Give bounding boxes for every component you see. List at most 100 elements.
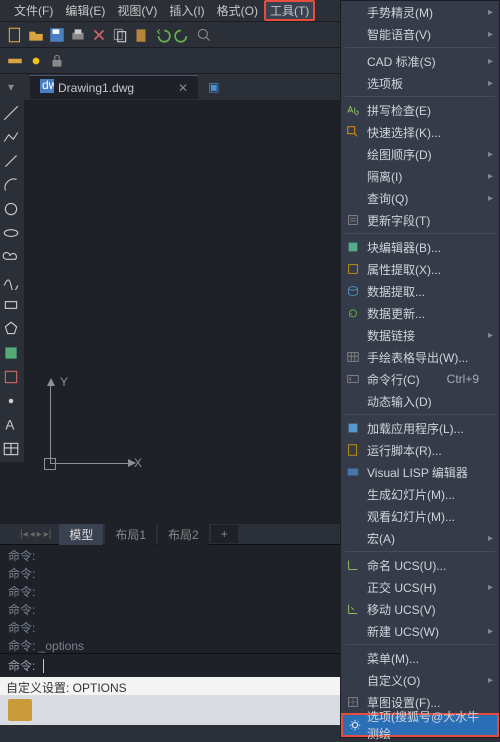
menu-item[interactable]: 块编辑器(B)... <box>341 236 499 258</box>
menu-item[interactable]: 加载应用程序(L)... <box>341 417 499 439</box>
menu-item[interactable]: 智能语音(V) <box>341 23 499 45</box>
arc-icon[interactable] <box>2 176 20 194</box>
menu-item-label: 数据提取... <box>367 283 425 300</box>
tab-layout1[interactable]: 布局1 <box>105 524 156 545</box>
menu-tools[interactable]: 工具(T) <box>264 0 315 21</box>
menu-item-label: 隔离(I) <box>367 168 402 185</box>
circle-icon[interactable] <box>2 200 20 218</box>
ray-icon[interactable] <box>2 152 20 170</box>
ellipse-icon[interactable] <box>2 224 20 242</box>
undo-icon[interactable] <box>153 26 171 44</box>
hatch-icon[interactable] <box>2 344 20 362</box>
menu-item-label: 查询(Q) <box>367 190 408 207</box>
polygon-icon[interactable] <box>2 320 20 338</box>
menu-insert[interactable]: 插入(I) <box>163 0 210 21</box>
menu-item[interactable]: 快速选择(K)... <box>341 121 499 143</box>
spline-icon[interactable] <box>2 272 20 290</box>
menu-item[interactable]: 移动 UCS(V) <box>341 598 499 620</box>
menu-item[interactable]: 正交 UCS(H) <box>341 576 499 598</box>
tab-add[interactable]: + <box>211 525 238 543</box>
tab-model[interactable]: 模型 <box>59 524 103 545</box>
cmd-prompt: 命令: <box>8 657 35 674</box>
menu-view[interactable]: 视图(V) <box>111 0 163 21</box>
save-icon[interactable] <box>48 26 66 44</box>
menu-item-label: 手势精灵(M) <box>367 4 433 21</box>
menu-item[interactable]: 拼写检查(E) <box>341 99 499 121</box>
cut-icon[interactable] <box>90 26 108 44</box>
menu-item[interactable]: 自定义(O) <box>341 669 499 691</box>
tab-chevron-icon[interactable]: ▾ <box>8 80 14 94</box>
layout-nav[interactable]: |◂◂▸▸| <box>20 529 51 540</box>
rect-icon[interactable] <box>2 296 20 314</box>
menu-item[interactable]: 属性提取(X)... <box>341 258 499 280</box>
menu-item[interactable]: 菜单(M)... <box>341 647 499 669</box>
zoom-icon[interactable] <box>195 26 213 44</box>
menu-item[interactable]: 动态输入(D) <box>341 390 499 412</box>
spell-icon <box>346 103 360 117</box>
menu-item[interactable]: 新建 UCS(W) <box>341 620 499 642</box>
menu-item[interactable]: 数据提取... <box>341 280 499 302</box>
menu-item-label: 快速选择(K)... <box>367 124 441 141</box>
menu-format[interactable]: 格式(O) <box>211 0 264 21</box>
menu-item[interactable]: 选项(搜狐号@大水牛测绘 <box>341 713 499 737</box>
menu-item[interactable]: 手势精灵(M) <box>341 1 499 23</box>
menu-item[interactable]: 手绘表格导出(W)... <box>341 346 499 368</box>
paste-icon[interactable] <box>132 26 150 44</box>
new-tab-icon[interactable]: ▣ <box>208 80 219 94</box>
sketch-icon <box>346 695 360 709</box>
menu-item-label: 属性提取(X)... <box>367 261 441 278</box>
separator <box>345 414 495 415</box>
menu-item-label: 观看幻灯片(M)... <box>367 508 455 525</box>
menu-item-label: 更新字段(T) <box>367 212 430 229</box>
close-icon[interactable]: ✕ <box>178 81 188 95</box>
menu-item[interactable]: 命名 UCS(U)... <box>341 554 499 576</box>
menu-item[interactable]: 数据链接 <box>341 324 499 346</box>
menu-item-label: 移动 UCS(V) <box>367 601 436 618</box>
layer-icon[interactable] <box>6 52 24 70</box>
menu-item-label: 命名 UCS(U)... <box>367 557 446 574</box>
gear-icon <box>348 718 362 732</box>
menu-item[interactable]: 绘图顺序(D) <box>341 143 499 165</box>
lock-icon[interactable] <box>48 52 66 70</box>
cloud-icon[interactable] <box>2 248 20 266</box>
menu-item[interactable]: 运行脚本(R)... <box>341 439 499 461</box>
tab-layout2[interactable]: 布局2 <box>158 524 209 545</box>
menu-item[interactable]: Visual LISP 编辑器 <box>341 461 499 483</box>
menu-item[interactable]: 查询(Q) <box>341 187 499 209</box>
new-icon[interactable] <box>6 26 24 44</box>
file-tab[interactable]: dwg Drawing1.dwg ✕ <box>30 75 198 99</box>
explorer-icon[interactable] <box>8 699 32 721</box>
light-icon[interactable] <box>27 52 45 70</box>
menu-file[interactable]: 文件(F) <box>8 0 59 21</box>
text-icon[interactable]: A <box>2 416 20 434</box>
menu-item-label: 自定义(O) <box>367 672 420 689</box>
ucs-icon <box>346 558 360 572</box>
line-icon[interactable] <box>2 104 20 122</box>
menu-item-label: 动态输入(D) <box>367 393 432 410</box>
menu-item[interactable]: 宏(A) <box>341 527 499 549</box>
block-icon <box>346 240 360 254</box>
menu-edit[interactable]: 编辑(E) <box>59 0 111 21</box>
field-icon <box>346 213 360 227</box>
polyline-icon[interactable] <box>2 128 20 146</box>
table-icon[interactable] <box>2 440 20 458</box>
redo-icon[interactable] <box>174 26 192 44</box>
menu-item-label: 块编辑器(B)... <box>367 239 441 256</box>
separator <box>345 551 495 552</box>
menu-item[interactable]: 观看幻灯片(M)... <box>341 505 499 527</box>
menu-item[interactable]: 更新字段(T) <box>341 209 499 231</box>
point-icon[interactable] <box>2 392 20 410</box>
menu-item[interactable]: 生成幻灯片(M)... <box>341 483 499 505</box>
refresh-icon <box>346 306 360 320</box>
print-icon[interactable] <box>69 26 87 44</box>
menu-item-label: 宏(A) <box>367 530 395 547</box>
open-icon[interactable] <box>27 26 45 44</box>
region-icon[interactable] <box>2 368 20 386</box>
data-icon <box>346 284 360 298</box>
menu-item[interactable]: CAD 标准(S) <box>341 50 499 72</box>
menu-item[interactable]: 数据更新... <box>341 302 499 324</box>
menu-item[interactable]: 隔离(I) <box>341 165 499 187</box>
menu-item[interactable]: 命令行(C)Ctrl+9 <box>341 368 499 390</box>
menu-item[interactable]: 选项板 <box>341 72 499 94</box>
copy-icon[interactable] <box>111 26 129 44</box>
